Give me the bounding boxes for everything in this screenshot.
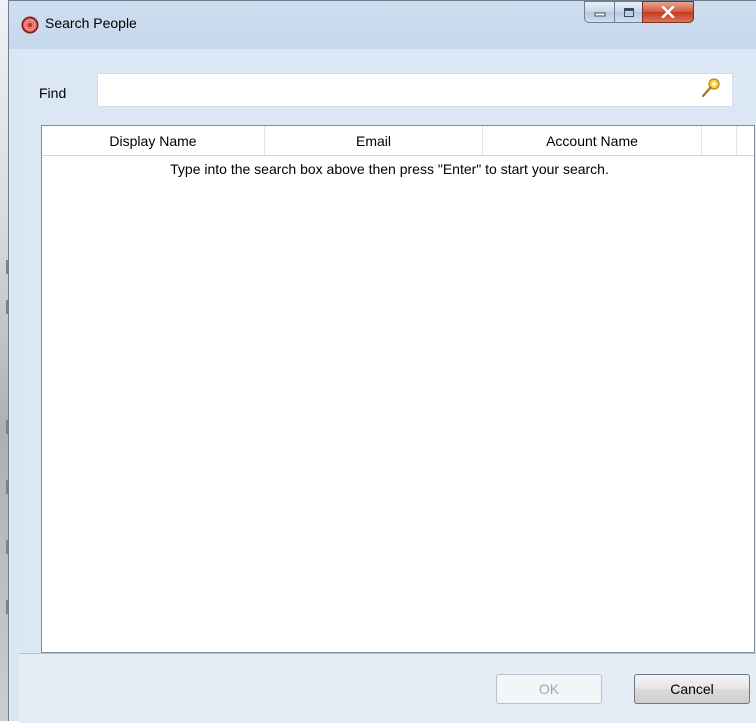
search-key-icon[interactable] [700,77,722,101]
maximize-button[interactable] [614,1,642,23]
cancel-button[interactable]: Cancel [634,674,750,704]
column-header-account-name[interactable]: Account Name [483,126,702,155]
app-circle-icon [21,16,39,34]
ok-button[interactable]: OK [496,674,602,704]
grid-header: Display Name Email Account Name [42,126,754,156]
search-input[interactable] [104,74,708,106]
search-box[interactable] [97,73,733,107]
results-grid[interactable]: Display Name Email Account Name Type int… [41,125,755,653]
empty-state-message: Type into the search box above then pres… [170,161,609,177]
close-button[interactable] [642,1,694,23]
column-header-display-name[interactable]: Display Name [42,126,265,155]
maximize-icon [623,7,634,17]
dialog-footer: OK Cancel [19,653,756,723]
column-header-filler [702,126,737,155]
column-header-email[interactable]: Email [265,126,483,155]
dialog-content: Find Display Name Email Account Name Typ… [19,49,756,723]
minimize-button[interactable] [584,1,614,23]
title-bar[interactable]: Search People [9,1,756,46]
caption-buttons [584,1,694,26]
find-label: Find [39,85,67,101]
window-title: Search People [45,15,137,31]
background-window-edge [0,0,8,721]
minimize-icon [594,12,605,17]
search-people-dialog: Search People Find Display Name Email Ac… [8,0,756,723]
close-icon [661,6,675,18]
